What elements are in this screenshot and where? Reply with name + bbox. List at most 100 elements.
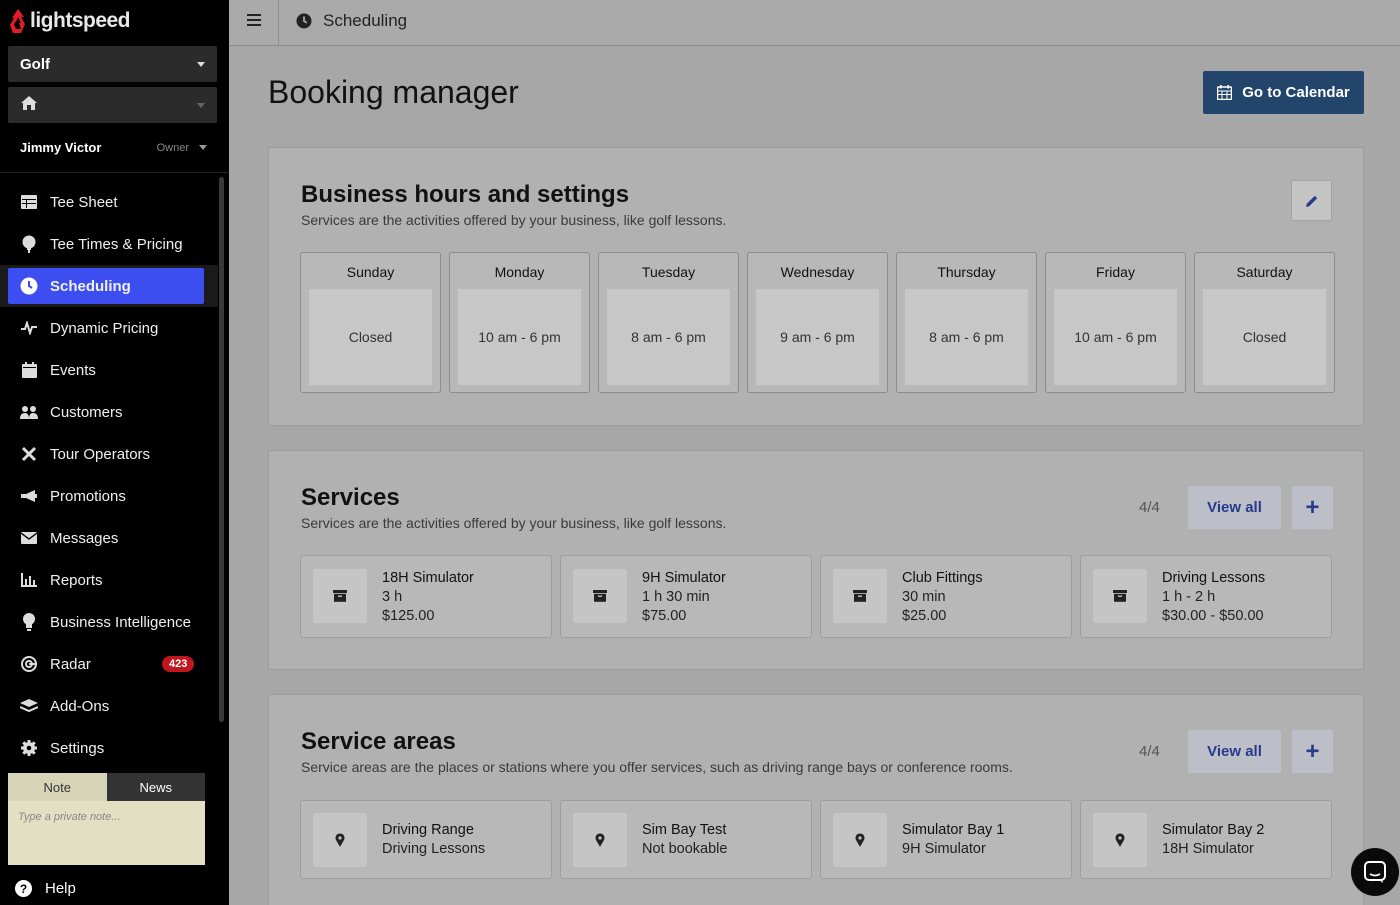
service-price: $125.00 <box>382 608 435 624</box>
service-area-tile[interactable]: Sim Bay Test Not bookable <box>560 800 812 879</box>
sidebar-scrollbar[interactable] <box>219 177 224 722</box>
weekly-hours: Sunday Closed Monday 10 am - 6 pm Tuesda… <box>300 252 1335 393</box>
home-icon <box>20 95 38 115</box>
sidebar-item-customers[interactable]: Customers <box>0 391 218 433</box>
day-hours: 8 am - 6 pm <box>607 289 730 385</box>
sidebar-item-reports[interactable]: Reports <box>0 559 218 601</box>
service-areas-view-all-button[interactable]: View all <box>1188 730 1281 773</box>
tools-icon <box>20 445 38 463</box>
edit-hours-button[interactable] <box>1291 180 1332 221</box>
day-card-sunday[interactable]: Sunday Closed <box>300 252 441 393</box>
sidebar-item-messages[interactable]: Messages <box>0 517 218 559</box>
service-details: 9H Simulator 1 h 30 min $75.00 <box>642 569 726 626</box>
service-areas-card: Service areas Service areas are the plac… <box>268 694 1364 905</box>
sidebar-item-events[interactable]: Events <box>0 349 218 391</box>
sidebar-item-tee-times-pricing[interactable]: Tee Times & Pricing <box>0 223 218 265</box>
sidebar-item-label: Tee Times & Pricing <box>50 235 183 253</box>
service-tile[interactable]: Club Fittings 30 min $25.00 <box>820 555 1072 638</box>
service-area-details: Simulator Bay 1 9H Simulator <box>902 821 1004 859</box>
services-view-all-button[interactable]: View all <box>1188 486 1281 529</box>
flame-logo-icon <box>10 9 25 33</box>
service-area-name: Simulator Bay 1 <box>902 822 1005 838</box>
archive-icon <box>573 569 627 623</box>
go-to-calendar-button[interactable]: Go to Calendar <box>1203 71 1364 114</box>
service-tile[interactable]: 9H Simulator 1 h 30 min $75.00 <box>560 555 812 638</box>
business-hours-subtitle: Services are the activities offered by y… <box>301 212 727 228</box>
day-card-monday[interactable]: Monday 10 am - 6 pm <box>449 252 590 393</box>
sidebar-item-business-intelligence[interactable]: Business Intelligence <box>0 601 218 643</box>
sidebar-item-dynamic-pricing[interactable]: Dynamic Pricing <box>0 307 218 349</box>
tab-news[interactable]: News <box>106 773 205 801</box>
sidebar-item-label: Promotions <box>50 487 126 505</box>
sidebar: lightspeed Golf Jimmy Victor Owner Tee S… <box>0 0 229 905</box>
service-area-tile[interactable]: Driving Range Driving Lessons <box>300 800 552 879</box>
service-area-tile[interactable]: Simulator Bay 2 18H Simulator <box>1080 800 1332 879</box>
service-area-detail: 18H Simulator <box>1162 841 1254 857</box>
day-card-tuesday[interactable]: Tuesday 8 am - 6 pm <box>598 252 739 393</box>
day-card-thursday[interactable]: Thursday 8 am - 6 pm <box>896 252 1037 393</box>
map-pin-icon <box>1093 813 1147 867</box>
day-card-saturday[interactable]: Saturday Closed <box>1194 252 1335 393</box>
sidebar-item-label: Tour Operators <box>50 445 151 463</box>
services-count: 4/4 <box>1139 499 1160 516</box>
sidebar-item-radar[interactable]: Radar 423 <box>0 643 218 685</box>
sidebar-item-label: Messages <box>50 529 119 547</box>
sidebar-item-scheduling[interactable]: Scheduling <box>0 265 218 307</box>
private-note-input[interactable]: Type a private note... <box>8 801 205 865</box>
chat-launcher-button[interactable] <box>1351 848 1399 896</box>
service-duration: 1 h - 2 h <box>1162 589 1216 605</box>
day-card-wednesday[interactable]: Wednesday 9 am - 6 pm <box>747 252 888 393</box>
day-hours: Closed <box>1203 289 1326 385</box>
sidebar-item-settings[interactable]: Settings <box>0 727 218 769</box>
service-tile[interactable]: 18H Simulator 3 h $125.00 <box>300 555 552 638</box>
add-service-button[interactable]: + <box>1292 486 1333 529</box>
calendar-icon <box>20 361 38 379</box>
sidebar-item-tour-operators[interactable]: Tour Operators <box>0 433 218 475</box>
service-name: 9H Simulator <box>642 570 726 586</box>
service-name: Driving Lessons <box>1162 570 1266 586</box>
service-area-details: Simulator Bay 2 18H Simulator <box>1162 821 1264 859</box>
course-selector[interactable]: Golf <box>8 46 217 82</box>
top-bar: Scheduling <box>229 0 1400 46</box>
service-tile[interactable]: Driving Lessons 1 h - 2 h $30.00 - $50.0… <box>1080 555 1332 638</box>
service-area-details: Driving Range Driving Lessons <box>382 821 485 859</box>
sidebar-item-promotions[interactable]: Promotions <box>0 475 218 517</box>
menu-icon[interactable] <box>247 14 261 26</box>
breadcrumb-label: Scheduling <box>323 11 408 30</box>
clock-icon <box>20 277 38 295</box>
day-hours: 10 am - 6 pm <box>458 289 581 385</box>
lightspeed-logo[interactable]: lightspeed <box>9 8 131 34</box>
add-service-area-button[interactable]: + <box>1292 730 1333 773</box>
sidebar-item-label: Events <box>50 361 96 379</box>
service-area-details: Sim Bay Test Not bookable <box>642 821 727 859</box>
day-card-friday[interactable]: Friday 10 am - 6 pm <box>1045 252 1186 393</box>
service-price: $30.00 - $50.00 <box>1162 608 1264 624</box>
map-pin-icon <box>833 813 887 867</box>
user-name: Jimmy Victor <box>20 140 102 155</box>
archive-icon <box>833 569 887 623</box>
sidebar-item-tee-sheet[interactable]: Tee Sheet <box>0 181 218 223</box>
tab-note[interactable]: Note <box>8 773 107 801</box>
radar-icon <box>20 655 38 673</box>
sidebar-item-label: Dynamic Pricing <box>50 319 159 337</box>
sidebar-item-add-ons[interactable]: Add-Ons <box>0 685 218 727</box>
service-duration: 30 min <box>902 589 946 605</box>
archive-icon <box>1093 569 1147 623</box>
user-role: Owner <box>156 141 189 154</box>
sidebar-item-label: Settings <box>50 739 105 757</box>
gear-icon <box>20 739 38 757</box>
chevron-down-icon <box>197 61 205 67</box>
table-icon <box>20 193 38 211</box>
sidebar-item-label: Reports <box>50 571 103 589</box>
location-selector[interactable] <box>8 87 217 123</box>
help-link[interactable]: ? Help <box>15 880 76 897</box>
service-name: Club Fittings <box>902 570 983 586</box>
user-menu[interactable]: Jimmy Victor Owner <box>20 140 207 155</box>
lightbulb-icon <box>20 613 38 631</box>
pulse-icon <box>20 319 38 337</box>
service-price: $25.00 <box>902 608 947 624</box>
service-duration: 3 h <box>382 589 403 605</box>
service-details: Driving Lessons 1 h - 2 h $30.00 - $50.0… <box>1162 569 1265 626</box>
day-name: Wednesday <box>780 264 855 280</box>
service-area-tile[interactable]: Simulator Bay 1 9H Simulator <box>820 800 1072 879</box>
